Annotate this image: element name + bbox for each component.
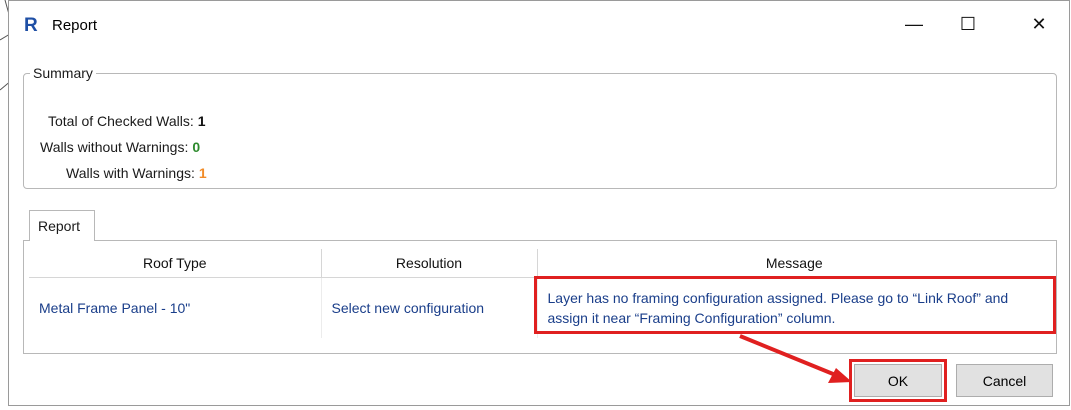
maximize-icon: ☐ — [959, 13, 977, 34]
cancel-button[interactable]: Cancel — [956, 364, 1053, 397]
report-dialog: R Report — ☐ ✕ Summary Total of Checked … — [8, 0, 1070, 406]
maximize-button[interactable]: ☐ — [941, 1, 995, 47]
ok-button[interactable]: OK — [854, 364, 942, 397]
summary-row-without-warnings: Walls without Warnings: 0 — [40, 139, 200, 155]
column-header-message[interactable]: Message — [537, 249, 1051, 278]
column-header-resolution[interactable]: Resolution — [321, 249, 538, 278]
summary-legend: Summary — [33, 65, 93, 81]
close-button[interactable]: ✕ — [1012, 1, 1066, 47]
report-tabs: Report Roof Type Resolution Message Meta… — [23, 209, 1057, 359]
close-icon: ✕ — [1031, 13, 1047, 34]
column-header-roof-type[interactable]: Roof Type — [29, 249, 322, 278]
summary-group: Summary Total of Checked Walls: 1 Walls w… — [23, 65, 1057, 189]
report-tab-panel: Roof Type Resolution Message Metal Frame… — [23, 240, 1057, 354]
cell-message[interactable]: Layer has no framing configuration assig… — [537, 278, 1051, 339]
window-title: Report — [52, 17, 98, 34]
minimize-icon: — — [905, 13, 923, 34]
summary-label: Total of Checked Walls: — [48, 113, 194, 129]
summary-label: Walls with Warnings: — [66, 165, 195, 181]
minimize-button[interactable]: — — [887, 1, 941, 47]
summary-label: Walls without Warnings: — [40, 139, 189, 155]
report-table: Roof Type Resolution Message Metal Frame… — [29, 249, 1051, 338]
summary-row-total: Total of Checked Walls: 1 — [48, 113, 206, 129]
app-logo-icon: R — [24, 15, 38, 36]
summary-value: 1 — [198, 165, 207, 181]
summary-value: 1 — [197, 113, 206, 129]
summary-value: 0 — [192, 139, 201, 155]
table-row[interactable]: Metal Frame Panel - 10" Select new confi… — [29, 277, 1051, 339]
tab-report[interactable]: Report — [29, 210, 95, 241]
title-bar: R Report — ☐ ✕ — [9, 1, 1069, 47]
cell-resolution[interactable]: Select new configuration — [321, 277, 538, 338]
tab-label: Report — [38, 218, 81, 234]
table-header-row: Roof Type Resolution Message — [29, 249, 1051, 278]
cell-roof-type[interactable]: Metal Frame Panel - 10" — [29, 277, 322, 338]
summary-row-with-warnings: Walls with Warnings: 1 — [66, 165, 207, 181]
